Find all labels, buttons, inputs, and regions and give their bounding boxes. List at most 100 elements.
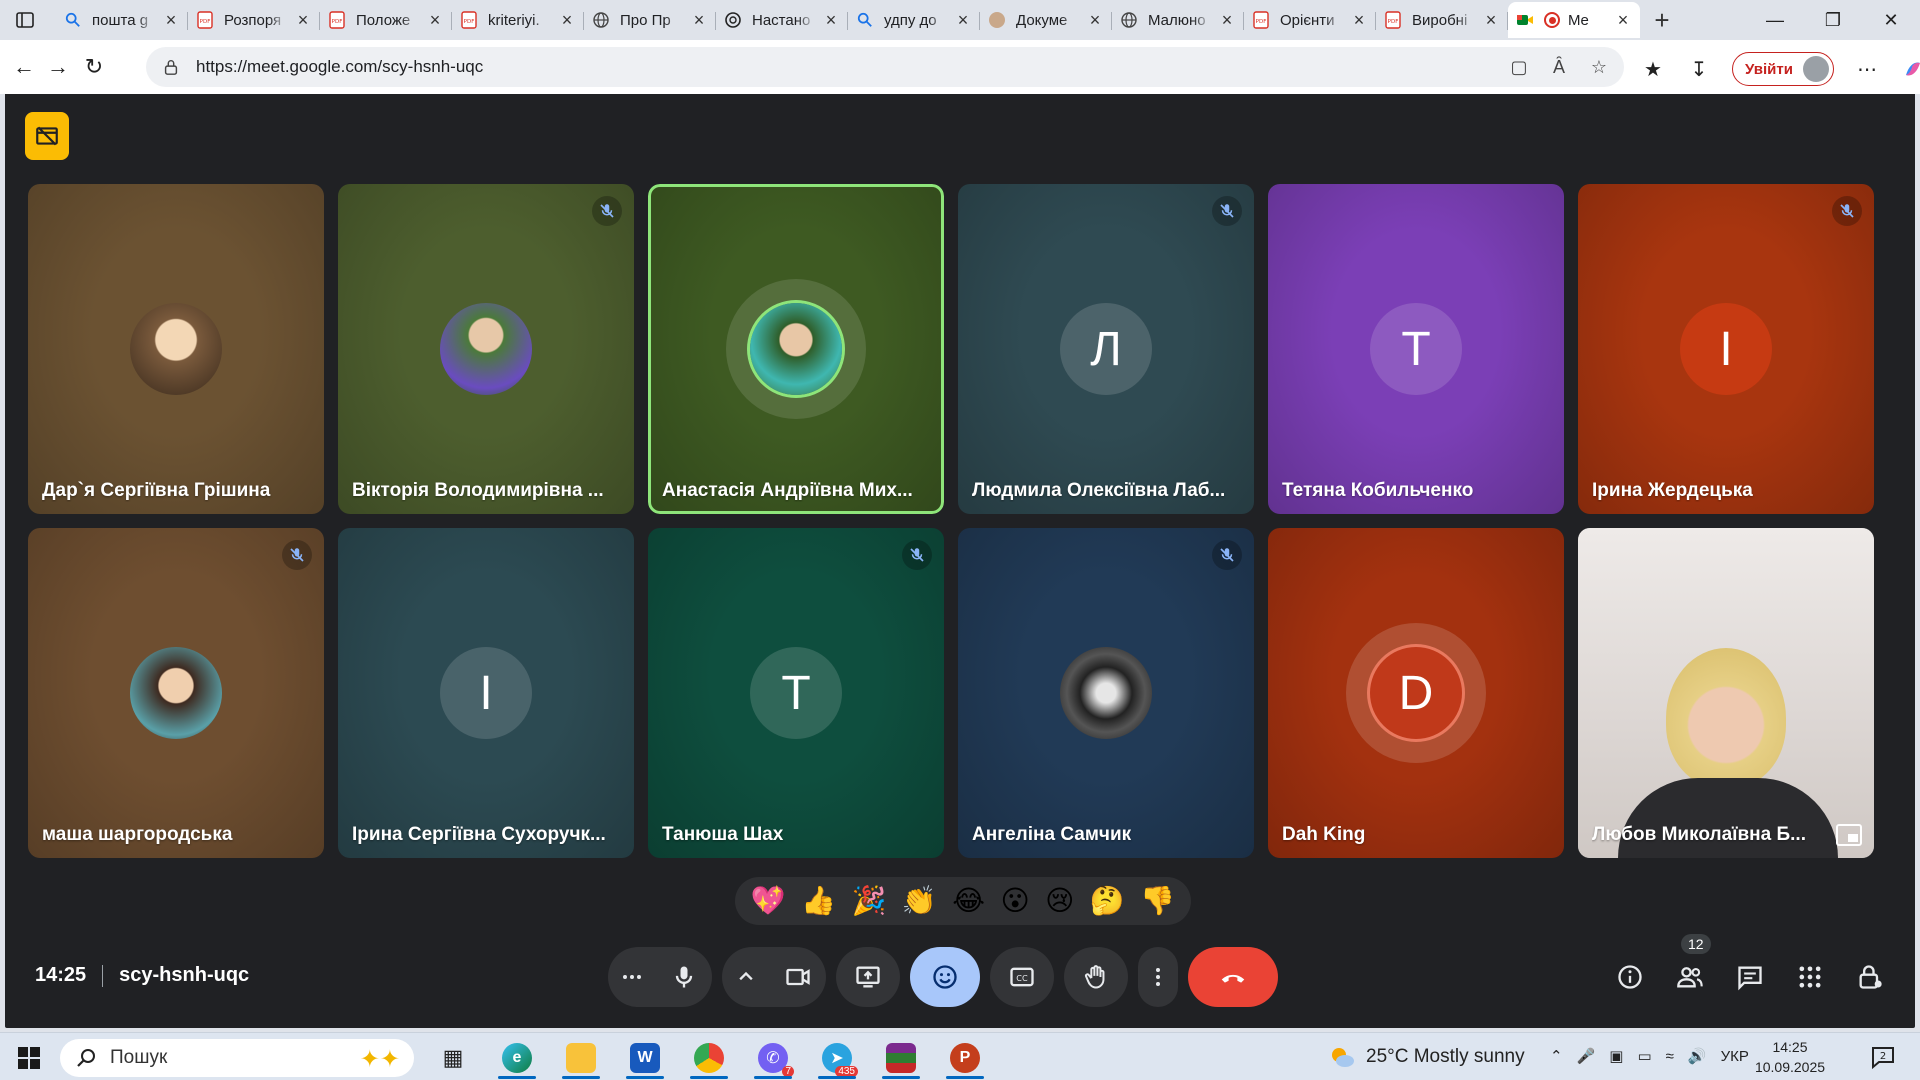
taskbar-viber[interactable]: ✆ 7 — [748, 1037, 798, 1079]
reload-button[interactable]: ↻ — [80, 53, 108, 81]
recording-indicator-button[interactable] — [25, 112, 69, 160]
participant-tile[interactable]: маша шаргородська — [28, 528, 324, 858]
present-screen-button[interactable] — [836, 947, 900, 1007]
favorite-star-icon[interactable]: ☆ — [1588, 56, 1610, 78]
camera-tray-icon[interactable]: ▣ — [1609, 1047, 1623, 1065]
audio-options-button[interactable] — [608, 947, 656, 1007]
reaction-button[interactable]: 👏 — [902, 887, 937, 915]
microphone-tray-icon[interactable]: 🎤 — [1577, 1047, 1596, 1065]
host-controls-button[interactable] — [1855, 962, 1885, 992]
reaction-button[interactable]: 😂 — [952, 887, 985, 915]
reaction-button[interactable]: 👍 — [801, 887, 836, 915]
participant-tile[interactable]: D Dah King — [1268, 528, 1564, 858]
reaction-button[interactable]: 🤔 — [1090, 887, 1125, 915]
browser-tab-3[interactable]: PDF kriteriyi. × — [452, 2, 584, 38]
more-menu-icon[interactable]: ⋯ — [1854, 56, 1880, 82]
participant-tile[interactable]: T Тетяна Кобильченко — [1268, 184, 1564, 514]
meeting-details-button[interactable] — [1615, 962, 1645, 992]
reactions-button[interactable] — [910, 947, 980, 1007]
chevron-up-icon — [739, 971, 753, 981]
close-tab-icon[interactable]: × — [294, 10, 312, 30]
back-button[interactable]: ← — [10, 53, 38, 81]
browser-tab-4[interactable]: Про Пр × — [584, 2, 716, 38]
reaction-button[interactable]: 💖 — [751, 887, 786, 915]
chat-button[interactable] — [1735, 962, 1765, 992]
taskbar-file-explorer[interactable] — [556, 1037, 606, 1079]
windows-start-icon[interactable] — [18, 1047, 40, 1069]
browser-tab-9[interactable]: PDF Орієнти × — [1244, 2, 1376, 38]
forward-button[interactable]: → — [44, 53, 72, 81]
participant-tile[interactable]: Л Людмила Олексіївна Лаб... — [958, 184, 1254, 514]
new-tab-button[interactable]: + — [1644, 2, 1680, 38]
address-bar[interactable]: https://meet.google.com/scy-hsnh-uqc ▢ A… — [146, 47, 1624, 87]
browser-tab-2[interactable]: PDF Положе × — [320, 2, 452, 38]
taskbar-word[interactable]: W — [620, 1037, 670, 1079]
close-tab-icon[interactable]: × — [1218, 10, 1236, 30]
wifi-icon[interactable]: ≈ — [1666, 1048, 1674, 1065]
volume-icon[interactable]: 🔊 — [1688, 1047, 1707, 1065]
participant-tile[interactable]: Ангеліна Самчик — [958, 528, 1254, 858]
downloads-icon[interactable]: ↧ — [1686, 56, 1712, 82]
taskbar-search[interactable]: Пошук ✦✦ — [60, 1039, 414, 1077]
close-tab-icon[interactable]: × — [690, 10, 708, 30]
close-tab-icon[interactable]: × — [1482, 10, 1500, 30]
participant-tile[interactable]: Любов Миколаївна Б... — [1578, 528, 1874, 858]
taskbar-edge[interactable]: e — [492, 1037, 542, 1079]
copilot-icon[interactable] — [1900, 56, 1920, 82]
camera-in-use-icon[interactable]: ▢ — [1508, 56, 1530, 78]
taskbar-clock[interactable]: 14:25 10.09.2025 — [1740, 1037, 1840, 1077]
camera-button[interactable] — [770, 947, 826, 1007]
taskbar-chrome[interactable] — [684, 1037, 734, 1079]
browser-tab-1[interactable]: PDF Розпоря × — [188, 2, 320, 38]
taskbar-telegram[interactable]: ➤ 435 — [812, 1037, 862, 1079]
reaction-button[interactable]: 👎 — [1140, 887, 1175, 915]
close-tab-icon[interactable]: × — [162, 10, 180, 30]
reaction-button[interactable]: 😮 — [1000, 887, 1029, 915]
people-button[interactable]: 12 — [1675, 934, 1711, 992]
maximize-button[interactable]: ❐ — [1804, 0, 1862, 40]
notifications-icon[interactable]: 2 — [1870, 1045, 1896, 1069]
participant-tile[interactable]: Анастасія Андріївна Мих... — [648, 184, 944, 514]
close-tab-icon[interactable]: × — [1086, 10, 1104, 30]
participant-tile[interactable]: I Ірина Сергіївна Сухоручк... — [338, 528, 634, 858]
signin-button[interactable]: Увійти — [1732, 52, 1834, 86]
reaction-button[interactable]: 😢 — [1045, 887, 1074, 915]
taskbar-powerpoint[interactable]: P — [940, 1037, 990, 1079]
participant-tile[interactable]: Вікторія Володимирівна ... — [338, 184, 634, 514]
taskbar-winrar[interactable] — [876, 1037, 926, 1079]
participant-tile[interactable]: I Ірина Жердецька — [1578, 184, 1874, 514]
browser-tab-6[interactable]: удпу до × — [848, 2, 980, 38]
more-options-button[interactable] — [1138, 947, 1178, 1007]
close-tab-icon[interactable]: × — [822, 10, 840, 30]
browser-tab-7[interactable]: Докуме × — [980, 2, 1112, 38]
site-info-icon[interactable] — [160, 56, 182, 78]
browser-tab-11[interactable]: Me × — [1508, 2, 1640, 38]
show-hidden-icons-icon[interactable]: ⌃ — [1550, 1047, 1563, 1065]
browser-tab-8[interactable]: Малюно × — [1112, 2, 1244, 38]
minimize-button[interactable]: — — [1746, 0, 1804, 40]
reaction-button[interactable]: 🎉 — [852, 887, 887, 915]
close-tab-icon[interactable]: × — [954, 10, 972, 30]
browser-tab-10[interactable]: PDF Виробні × — [1376, 2, 1508, 38]
raise-hand-button[interactable] — [1064, 947, 1128, 1007]
read-aloud-icon[interactable]: Ȃ — [1548, 56, 1570, 78]
participant-tile[interactable]: Дар`я Сергіївна Грішина — [28, 184, 324, 514]
battery-icon[interactable]: ▭ — [1637, 1047, 1651, 1065]
microphone-button[interactable] — [656, 947, 712, 1007]
video-options-button[interactable] — [722, 947, 770, 1007]
close-tab-icon[interactable]: × — [1614, 10, 1632, 30]
close-tab-icon[interactable]: × — [1350, 10, 1368, 30]
tab-actions-button[interactable] — [12, 8, 38, 32]
favorites-icon[interactable]: ★ — [1640, 56, 1666, 82]
close-window-button[interactable]: ✕ — [1862, 0, 1920, 40]
leave-call-button[interactable] — [1188, 947, 1278, 1007]
captions-button[interactable]: CC — [990, 947, 1054, 1007]
browser-tab-0[interactable]: пошта g × — [56, 2, 188, 38]
participant-tile[interactable]: T Танюша Шах — [648, 528, 944, 858]
weather-widget[interactable]: 25°C Mostly sunny — [1328, 1045, 1525, 1069]
browser-tab-5[interactable]: Настано × — [716, 2, 848, 38]
close-tab-icon[interactable]: × — [426, 10, 444, 30]
activities-button[interactable] — [1795, 962, 1825, 992]
close-tab-icon[interactable]: × — [558, 10, 576, 30]
task-view-button[interactable]: ▦ — [428, 1037, 478, 1079]
